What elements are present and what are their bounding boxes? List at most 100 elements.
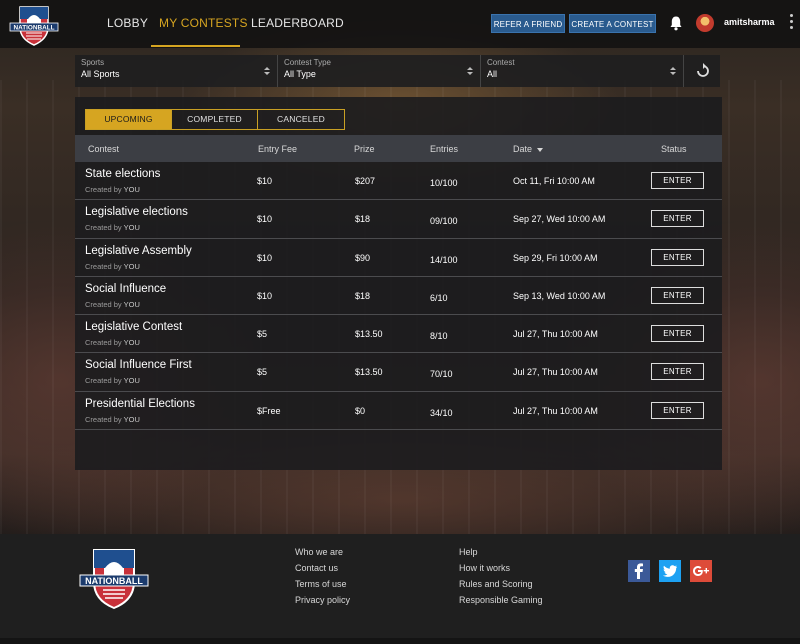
date-cell: Sep 13, Wed 10:00 AM (513, 290, 606, 301)
enter-button[interactable]: ENTER (651, 286, 704, 304)
google-plus-icon[interactable] (690, 560, 712, 582)
username-label[interactable]: amitsharma (724, 17, 775, 27)
nav-my-contests[interactable]: MY CONTESTS (159, 16, 248, 30)
date-cell: Sep 27, Wed 10:00 AM (513, 214, 606, 225)
created-by-value: YOU (123, 338, 140, 348)
created-by-prefix: Created by (85, 185, 122, 194)
entries-cell: 6/10 (430, 292, 448, 303)
enter-button[interactable]: ENTER (651, 325, 704, 343)
created-by-label: Created by YOU (85, 300, 140, 309)
contest-name[interactable]: Social Influence (85, 283, 166, 295)
sports-filter-select[interactable]: Sports All Sports (75, 55, 278, 87)
nationball-logo[interactable]: NATIONBALL (8, 3, 60, 47)
created-by-value: YOU (123, 223, 140, 233)
created-by-value: YOU (123, 185, 140, 194)
enter-button[interactable]: ENTER (651, 363, 704, 381)
table-row: Social Influence Created by YOU $10 $18 6/10… (75, 277, 722, 316)
footer-link-who-we-are[interactable]: Who we are (295, 547, 343, 557)
select-arrows-icon (670, 67, 676, 75)
table-header: Contest Entry Fee Prize Entries Date Sta… (75, 135, 722, 162)
footer-nationball-logo[interactable]: NATIONBALL (78, 546, 150, 612)
footer-link-help[interactable]: Help (459, 547, 478, 557)
table-row: State elections Created by YOU $10 $207 10/1… (75, 162, 722, 201)
created-by-prefix: Created by (85, 223, 122, 233)
entries-cell: 70/10 (430, 369, 453, 380)
more-menu-icon[interactable] (789, 14, 795, 34)
footer-link-privacy-policy[interactable]: Privacy policy (295, 595, 350, 605)
contest-name[interactable]: State elections (85, 168, 160, 180)
notification-bell-icon[interactable] (668, 15, 684, 31)
created-by-prefix: Created by (85, 376, 122, 386)
created-by-label: Created by YOU (85, 338, 140, 347)
prize-cell: $207 (355, 176, 376, 186)
entries-cell: 14/100 (430, 254, 458, 265)
contest-name[interactable]: Social Influence First (85, 359, 192, 371)
footer-link-terms-of-use[interactable]: Terms of use (295, 579, 347, 589)
entries-cell: 8/10 (430, 331, 448, 342)
column-header-date[interactable]: Date (513, 144, 544, 154)
prize-cell: $13.50 (355, 367, 383, 378)
footer-link-contact-us[interactable]: Contact us (295, 563, 338, 573)
select-arrows-icon (264, 67, 270, 75)
entries-cell: 09/100 (430, 216, 458, 227)
created-by-label: Created by YOU (85, 376, 140, 385)
filter-value: All Sports (81, 69, 120, 79)
created-by-prefix: Created by (85, 338, 122, 348)
table-row: Social Influence First Created by YOU $5 $1… (75, 353, 722, 392)
enter-button[interactable]: ENTER (651, 401, 704, 419)
column-header-status: Status (661, 144, 687, 154)
filter-label: Sports (81, 58, 105, 67)
enter-button[interactable]: ENTER (651, 210, 704, 228)
contest-name[interactable]: Presidential Elections (85, 398, 195, 410)
footer-link-responsible-gaming[interactable]: Responsible Gaming (459, 595, 543, 605)
nav-leaderboard[interactable]: LEADERBOARD (251, 16, 344, 30)
column-header-prize[interactable]: Prize (354, 144, 375, 154)
footer-link-how-it-works[interactable]: How it works (459, 563, 510, 573)
tab-completed[interactable]: COMPLETED (172, 110, 258, 129)
created-by-value: YOU (123, 414, 140, 424)
refresh-icon[interactable] (687, 57, 719, 85)
footer-link-rules-and-scoring[interactable]: Rules and Scoring (459, 579, 533, 589)
enter-button[interactable]: ENTER (651, 248, 704, 266)
contests-panel: UPCOMING COMPLETED CANCELED Contest Entr… (75, 97, 722, 470)
tab-canceled[interactable]: CANCELED (258, 110, 344, 129)
table-row: Legislative elections Created by YOU $10 $1… (75, 200, 722, 239)
enter-button[interactable]: ENTER (651, 172, 704, 189)
contest-name[interactable]: Legislative elections (85, 206, 188, 218)
date-cell: Sep 29, Fri 10:00 AM (513, 252, 598, 263)
created-by-value: YOU (123, 376, 140, 386)
entries-cell: 10/100 (430, 178, 458, 188)
contest-filter-select[interactable]: Contest All (481, 55, 684, 87)
create-a-contest-button[interactable]: CREATE A CONTEST (569, 14, 656, 33)
twitter-icon[interactable] (659, 560, 681, 582)
column-header-entries[interactable]: Entries (430, 144, 458, 154)
sort-down-icon (537, 147, 544, 152)
entry-fee-cell: $10 (257, 214, 273, 225)
contest-name[interactable]: Legislative Contest (85, 321, 182, 333)
tab-upcoming[interactable]: UPCOMING (86, 110, 172, 129)
prize-cell: $18 (355, 290, 371, 301)
entry-fee-cell: $5 (257, 367, 268, 378)
created-by-label: Created by YOU (85, 262, 140, 271)
refer-a-friend-button[interactable]: REFER A FRIEND (491, 14, 565, 33)
column-header-entry-fee[interactable]: Entry Fee (258, 144, 297, 154)
filter-value: All (487, 69, 498, 79)
user-avatar[interactable] (696, 14, 714, 32)
created-by-value: YOU (123, 261, 140, 271)
filter-value: All Type (284, 69, 316, 79)
contest-rows: State elections Created by YOU $10 $207 10/1… (75, 162, 722, 431)
active-nav-indicator (151, 45, 240, 47)
contest-name[interactable]: Legislative Assembly (85, 245, 192, 257)
column-header-contest[interactable]: Contest (88, 144, 119, 154)
prize-cell: $0 (355, 405, 366, 416)
filter-label: Contest (487, 58, 515, 67)
prize-cell: $18 (355, 214, 371, 225)
entry-fee-cell: $10 (257, 176, 273, 186)
footer: NATIONBALL Who we are Contact us Terms o… (0, 534, 800, 644)
date-cell: Jul 27, Thu 10:00 AM (513, 405, 598, 416)
facebook-icon[interactable] (628, 560, 650, 582)
date-cell: Oct 11, Fri 10:00 AM (513, 176, 595, 186)
date-cell: Jul 27, Thu 10:00 AM (513, 367, 598, 378)
contest-type-filter-select[interactable]: Contest Type All Type (278, 55, 481, 87)
nav-lobby[interactable]: LOBBY (107, 16, 148, 30)
